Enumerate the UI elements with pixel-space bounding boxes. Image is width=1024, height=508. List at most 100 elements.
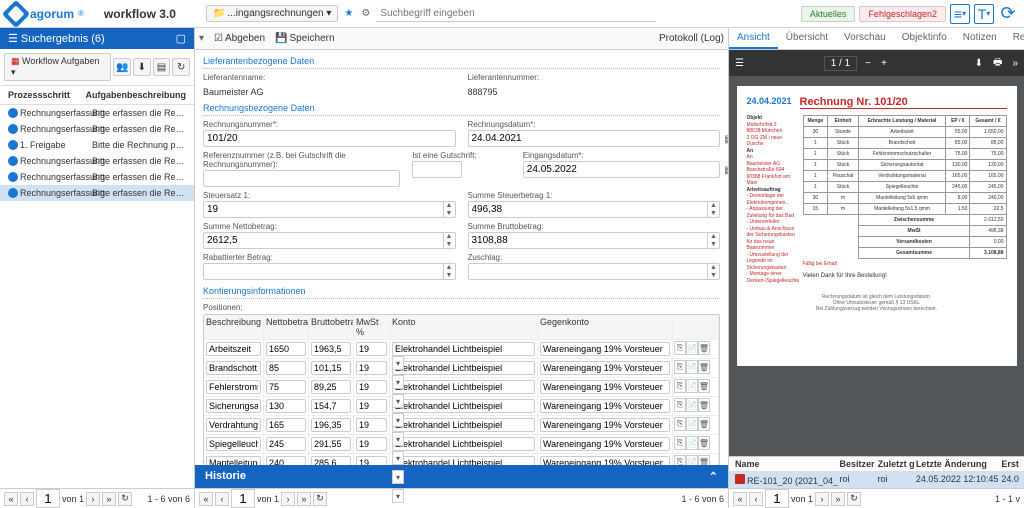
delete-icon[interactable]: 🗑 [698, 379, 710, 393]
copy-icon[interactable]: ⎘ [674, 398, 686, 412]
brutto-input[interactable] [311, 342, 351, 356]
app-logo[interactable]: agorum® [6, 4, 84, 24]
copy-icon[interactable]: ⎘ [674, 379, 686, 393]
people-icon[interactable]: 👥 [113, 58, 131, 76]
doc-icon[interactable]: 📄 [686, 436, 698, 450]
konto-select[interactable]: ▾ [392, 432, 404, 434]
protokoll-link[interactable]: Protokoll (Log) [659, 33, 724, 44]
delete-icon[interactable]: 🗑 [698, 360, 710, 374]
doc-icon[interactable]: 📄 [686, 398, 698, 412]
tab-ansicht[interactable]: Ansicht [729, 28, 778, 49]
desc-input[interactable] [206, 361, 261, 375]
last-page[interactable]: » [297, 492, 311, 506]
print-icon[interactable]: 🖶 [991, 55, 1004, 72]
desc-input[interactable] [206, 456, 261, 465]
desc-input[interactable] [206, 342, 261, 356]
netto-input[interactable] [266, 399, 306, 413]
first-page[interactable]: « [733, 492, 747, 506]
refresh-icon[interactable]: ↻ [847, 492, 861, 506]
gegenkonto-input[interactable] [540, 342, 670, 356]
is-credit-input[interactable] [412, 161, 462, 178]
gross-sum-input[interactable] [468, 232, 721, 249]
konto-input[interactable] [392, 342, 535, 356]
konto-select[interactable]: ▾ [392, 394, 404, 396]
column-icon[interactable]: ▤ [153, 58, 171, 76]
download-icon[interactable]: ⬇ [973, 58, 985, 69]
netto-input[interactable] [266, 380, 306, 394]
text-icon[interactable]: T▾ [974, 4, 994, 24]
gegenkonto-input[interactable] [540, 418, 670, 432]
abgeben-button[interactable]: ☑ Abgeben [214, 33, 265, 44]
mwst-input[interactable] [356, 361, 387, 375]
surcharge-input[interactable] [468, 263, 721, 280]
refresh-icon[interactable]: ↻ [172, 58, 190, 76]
gegenkonto-input[interactable] [540, 399, 670, 413]
netto-input[interactable] [266, 418, 306, 432]
tab-objektinfo[interactable]: Objektinfo [894, 28, 955, 49]
doc-icon[interactable]: 📄 [686, 417, 698, 431]
menu-icon[interactable]: ≡▾ [950, 4, 970, 24]
mwst-input[interactable] [356, 418, 387, 432]
konto-input[interactable] [392, 399, 535, 413]
copy-icon[interactable]: ⎘ [674, 417, 686, 431]
copy-icon[interactable]: ⎘ [674, 436, 686, 450]
next-page[interactable]: › [281, 492, 295, 506]
more-icon[interactable]: » [1010, 58, 1020, 69]
page-input[interactable] [231, 489, 255, 508]
copy-icon[interactable]: ⎘ [674, 360, 686, 374]
zoom-out-icon[interactable]: − [863, 58, 873, 69]
mwst-input[interactable] [356, 380, 387, 394]
mwst-input[interactable] [356, 437, 387, 451]
status-actual[interactable]: Aktuelles [801, 6, 856, 22]
brutto-input[interactable] [311, 437, 351, 451]
calendar-icon[interactable]: ▦ [722, 132, 728, 146]
prev-page[interactable]: ‹ [20, 492, 34, 506]
first-page[interactable]: « [4, 492, 18, 506]
brutto-input[interactable] [311, 399, 351, 413]
status-failed[interactable]: Fehlgeschlagen2 [859, 6, 946, 22]
last-page[interactable]: » [831, 492, 845, 506]
gegenkonto-input[interactable] [540, 380, 670, 394]
netto-input[interactable] [266, 342, 306, 356]
discount-input[interactable] [203, 263, 456, 280]
search-input[interactable] [376, 6, 656, 22]
speichern-button[interactable]: 💾 Speichern [275, 33, 334, 44]
mwst-input[interactable] [356, 456, 387, 465]
sidebar-task-row[interactable]: RechnungserfassungBitte erfassen die Rec… [0, 169, 194, 185]
invoice-number-input[interactable] [203, 130, 456, 147]
desc-input[interactable] [206, 437, 261, 451]
mwst-input[interactable] [356, 399, 387, 413]
konto-input[interactable] [392, 418, 535, 432]
doc-icon[interactable]: 📄 [686, 379, 698, 393]
reference-input[interactable] [203, 170, 400, 187]
brutto-input[interactable] [311, 418, 351, 432]
netto-input[interactable] [266, 361, 306, 375]
konto-select[interactable]: ▾ [392, 375, 404, 377]
sidebar-task-row[interactable]: 1. FreigabeBitte die Rechnung prüfen. [0, 137, 194, 153]
close-icon[interactable]: ▢ [176, 32, 186, 45]
konto-select[interactable]: ▾ [392, 451, 404, 453]
pdf-menu-icon[interactable]: ☰ [733, 58, 746, 69]
next-page[interactable]: › [86, 492, 100, 506]
first-page[interactable]: « [199, 492, 213, 506]
konto-input[interactable] [392, 361, 535, 375]
desc-input[interactable] [206, 399, 261, 413]
sidebar-task-row[interactable]: RechnungserfassungBitte erfassen die Rec… [0, 105, 194, 121]
received-date-input[interactable] [523, 161, 720, 178]
delete-icon[interactable]: 🗑 [698, 398, 710, 412]
doc-icon[interactable]: 📄 [686, 455, 698, 465]
history-bar[interactable]: Historie⌃ [195, 465, 728, 488]
brutto-input[interactable] [311, 456, 351, 465]
tab-notizen[interactable]: Notizen [955, 28, 1005, 49]
invoice-date-input[interactable] [468, 130, 721, 147]
desc-input[interactable] [206, 418, 261, 432]
desc-input[interactable] [206, 380, 261, 394]
chevron-down-icon[interactable]: ▾ [199, 33, 204, 44]
netto-input[interactable] [266, 437, 306, 451]
delete-icon[interactable]: 🗑 [698, 455, 710, 465]
star-icon[interactable]: ★ [342, 8, 355, 19]
prev-page[interactable]: ‹ [749, 492, 763, 506]
workflow-tasks-dropdown[interactable]: ▦ Workflow Aufgaben ▾ [4, 53, 111, 81]
gegenkonto-input[interactable] [540, 361, 670, 375]
download-icon[interactable]: ⬇ [133, 58, 151, 76]
